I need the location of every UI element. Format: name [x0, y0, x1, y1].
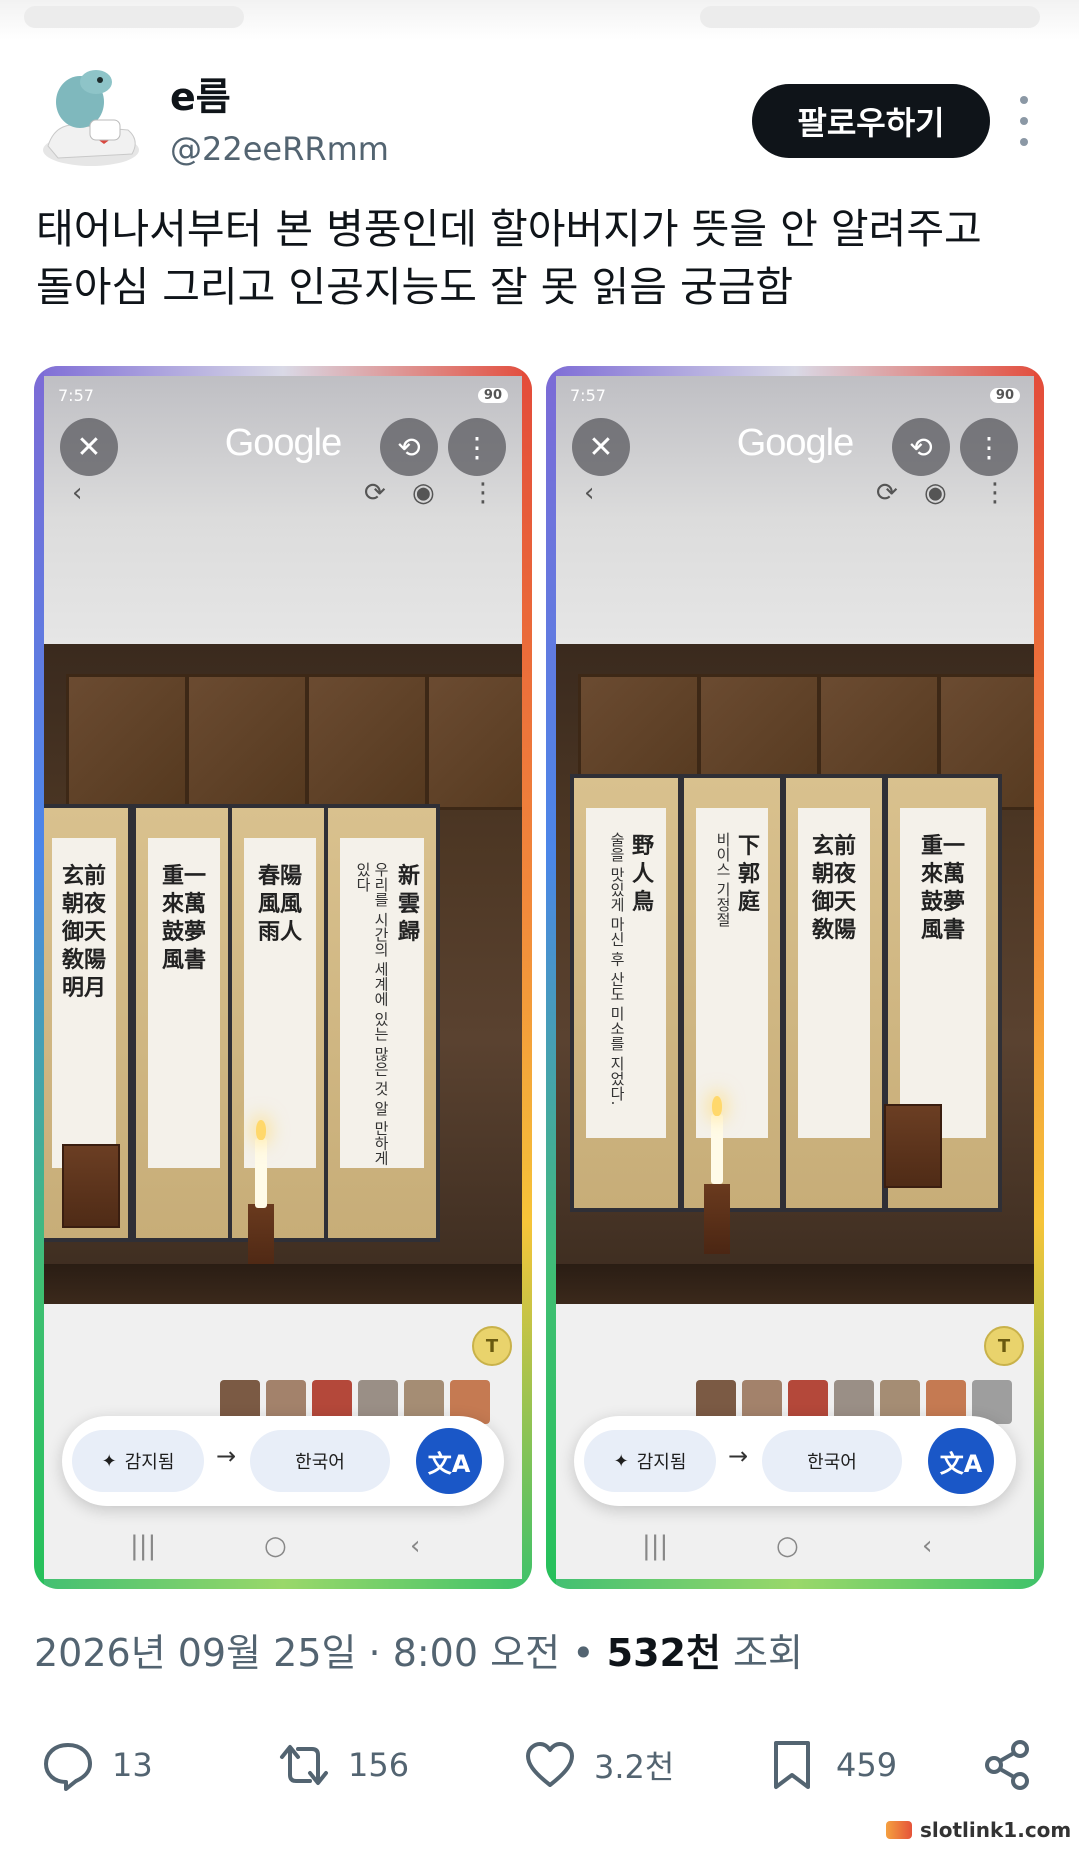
- battery-indicator: 90: [989, 387, 1020, 403]
- reply-count: 13: [112, 1746, 153, 1784]
- translate-bar: ✦ 감지됨 → 한국어 文A: [574, 1416, 1016, 1506]
- top-bar-pill: [700, 6, 1040, 28]
- text-mode-icon[interactable]: T: [472, 1326, 512, 1366]
- text-mode-icon[interactable]: T: [984, 1326, 1024, 1366]
- detected-label: 감지됨: [124, 1452, 175, 1473]
- target-language-chip[interactable]: 한국어: [250, 1430, 390, 1492]
- target-language-chip[interactable]: 한국어: [762, 1430, 902, 1492]
- overlay-translation: 우리를 시간의 세계에 있는 많은 것 알 만하게 있다: [354, 862, 390, 1166]
- top-bar: [0, 0, 1079, 40]
- tweet-time[interactable]: 8:00 오전: [393, 1631, 560, 1675]
- media-image-1[interactable]: 7:57 90 ✕ Google ⟲ ⋮ ‹ ⟳ ◉ ⋮ 玄朝御敎明 前夜天陽月 …: [34, 366, 532, 1589]
- source-language-chip[interactable]: ✦ 감지됨: [72, 1430, 204, 1492]
- like-button[interactable]: 3.2천: [522, 1730, 674, 1800]
- sparkle-icon: ✦: [613, 1450, 629, 1472]
- eye-icon[interactable]: ◉: [412, 478, 435, 508]
- nav-back-icon[interactable]: ‹: [922, 1531, 932, 1561]
- share-button[interactable]: [980, 1730, 1036, 1800]
- avatar[interactable]: [36, 60, 146, 170]
- folding-screen-photo: 술을 맛있게 마신 후 산도 미소를 지었다. 野人鳥 비이스 기정절 下郭庭 …: [552, 644, 1038, 1304]
- reply-button[interactable]: 13: [40, 1730, 153, 1800]
- nav-back-icon[interactable]: ‹: [410, 1531, 420, 1561]
- replay-icon[interactable]: ⟳: [876, 478, 898, 508]
- back-icon[interactable]: ‹: [72, 478, 82, 508]
- heart-icon: [526, 1742, 574, 1787]
- android-nav-bar: ||| ○ ‹: [546, 1531, 1044, 1571]
- sparkle-icon: ✦: [101, 1450, 117, 1472]
- tweet-meta: 2026년 09월 25일 · 8:00 오전 • 532천 조회: [34, 1622, 803, 1677]
- history-icon[interactable]: ⟲: [892, 418, 950, 476]
- bookmark-count: 459: [836, 1746, 898, 1784]
- replay-icon[interactable]: ⟳: [364, 478, 386, 508]
- bookmark-button[interactable]: 459: [764, 1730, 897, 1800]
- views-label: 조회: [720, 1631, 803, 1675]
- tweet-date[interactable]: 2026년 09월 25일: [34, 1631, 356, 1675]
- repost-icon: [280, 1745, 328, 1785]
- status-time: 7:57: [58, 385, 94, 405]
- menu-icon[interactable]: ⋮: [960, 418, 1018, 476]
- folding-screen-photo: 玄朝御敎明 前夜天陽月 重來鼓風 一萬夢書 春風雨 陽風人 우리를 시간의 세계에 있…: [40, 644, 526, 1304]
- repost-button[interactable]: 156: [276, 1730, 409, 1800]
- arrow-right-icon: →: [728, 1442, 749, 1470]
- status-bar: 7:57 90: [570, 380, 1020, 410]
- tweet-text: 태어나서부터 본 병풍인데 할아버지가 뜻을 안 알려주고 돌아심 그리고 인공…: [36, 205, 982, 311]
- home-icon[interactable]: ○: [776, 1531, 799, 1561]
- bookmark-icon: [774, 1741, 810, 1789]
- translate-icon[interactable]: 文A: [416, 1428, 482, 1494]
- arrow-right-icon: →: [216, 1442, 237, 1470]
- home-icon[interactable]: ○: [264, 1531, 287, 1561]
- share-icon: [985, 1740, 1029, 1790]
- translate-bar: ✦ 감지됨 → 한국어 文A: [62, 1416, 504, 1506]
- meta-separator: ·: [356, 1631, 393, 1675]
- history-icon[interactable]: ⟲: [380, 418, 438, 476]
- status-time: 7:57: [570, 385, 606, 405]
- source-language-chip[interactable]: ✦ 감지됨: [584, 1430, 716, 1492]
- meta-bullet: •: [560, 1631, 607, 1675]
- watermark: slotlink1.com: [886, 1818, 1071, 1842]
- recents-icon[interactable]: |||: [130, 1531, 156, 1561]
- author-name[interactable]: e름: [170, 66, 231, 121]
- overflow-icon[interactable]: ⋮: [982, 478, 1008, 508]
- back-icon[interactable]: ‹: [584, 478, 594, 508]
- watermark-text: slotlink1.com: [920, 1818, 1072, 1842]
- repost-count: 156: [348, 1746, 410, 1784]
- action-bar: 13 156 3.2천 459: [0, 1730, 1079, 1800]
- translate-icon[interactable]: 文A: [928, 1428, 994, 1494]
- target-language-label: 한국어: [295, 1452, 345, 1473]
- overlay-translation: 술을 맛있게 마신 후 산도 미소를 지었다.: [608, 832, 626, 1106]
- author-handle[interactable]: @22eeRRmm: [170, 130, 389, 168]
- status-bar: 7:57 90: [58, 380, 508, 410]
- like-count: 3.2천: [594, 1748, 675, 1786]
- watermark-logo-icon: [886, 1821, 912, 1839]
- target-language-label: 한국어: [807, 1452, 857, 1473]
- menu-icon[interactable]: ⋮: [448, 418, 506, 476]
- view-count: 532천: [606, 1631, 721, 1675]
- more-options-icon[interactable]: [1012, 96, 1036, 146]
- media-image-2[interactable]: 7:57 90 ✕ Google ⟲ ⋮ ‹ ⟳ ◉ ⋮ 술을 맛있게 마신 후…: [546, 366, 1044, 1589]
- follow-button[interactable]: 팔로우하기: [752, 84, 990, 158]
- avatar-image: [43, 70, 139, 166]
- detected-label: 감지됨: [636, 1452, 687, 1473]
- recents-icon[interactable]: |||: [642, 1531, 668, 1561]
- android-nav-bar: ||| ○ ‹: [34, 1531, 532, 1571]
- overlay-translation: 비이스 기정절: [714, 832, 732, 927]
- overflow-icon[interactable]: ⋮: [470, 478, 496, 508]
- eye-icon[interactable]: ◉: [924, 478, 947, 508]
- reply-icon: [44, 1743, 92, 1791]
- battery-indicator: 90: [477, 387, 508, 403]
- top-bar-pill: [24, 6, 244, 28]
